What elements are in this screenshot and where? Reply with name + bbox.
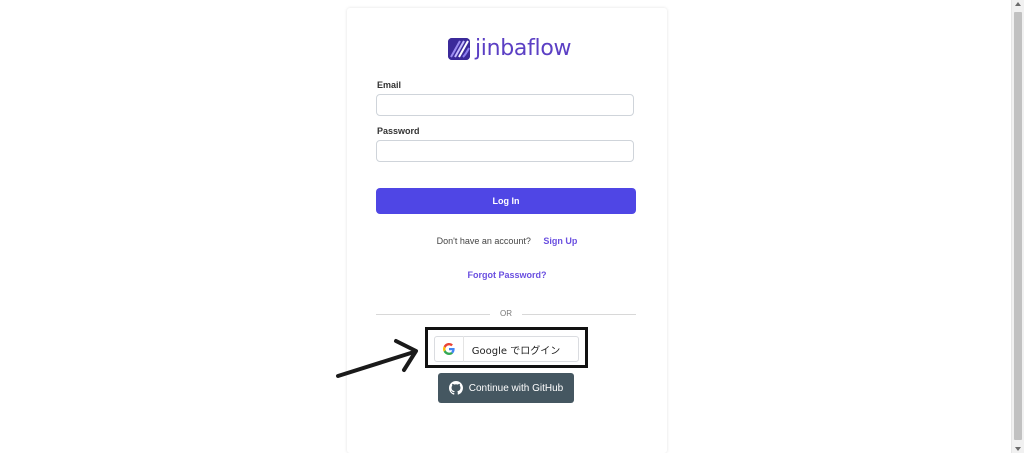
vertical-scrollbar[interactable] bbox=[1011, 0, 1024, 453]
password-label: Password bbox=[377, 126, 420, 136]
divider-label: OR bbox=[500, 309, 512, 318]
forgot-password-link[interactable]: Forgot Password? bbox=[347, 270, 667, 280]
email-label: Email bbox=[377, 80, 402, 90]
scroll-up-arrow-icon[interactable] bbox=[1015, 2, 1021, 6]
highlight-box bbox=[425, 327, 588, 368]
jinbaflow-logo-icon bbox=[448, 37, 470, 60]
or-divider: OR bbox=[376, 309, 636, 318]
signup-link[interactable]: Sign Up bbox=[543, 236, 577, 246]
github-login-button[interactable]: Continue with GitHub bbox=[438, 373, 574, 403]
scroll-thumb[interactable] bbox=[1014, 12, 1022, 440]
signup-prompt-row: Don't have an account? Sign Up bbox=[347, 236, 667, 246]
password-field[interactable] bbox=[376, 140, 634, 162]
arrow-pointing-right-icon bbox=[336, 339, 418, 378]
email-field[interactable] bbox=[376, 94, 634, 116]
brand-logo: jinbaflow bbox=[448, 36, 572, 61]
brand-name: jinbaflow bbox=[475, 36, 572, 61]
scroll-down-arrow-icon[interactable] bbox=[1015, 447, 1021, 451]
signup-prompt: Don't have an account? bbox=[436, 236, 531, 246]
login-button[interactable]: Log In bbox=[376, 188, 636, 214]
github-icon bbox=[448, 381, 463, 395]
github-login-label: Continue with GitHub bbox=[468, 382, 564, 394]
page: jinbaflow Email Password Log In Don't ha… bbox=[0, 0, 1024, 453]
